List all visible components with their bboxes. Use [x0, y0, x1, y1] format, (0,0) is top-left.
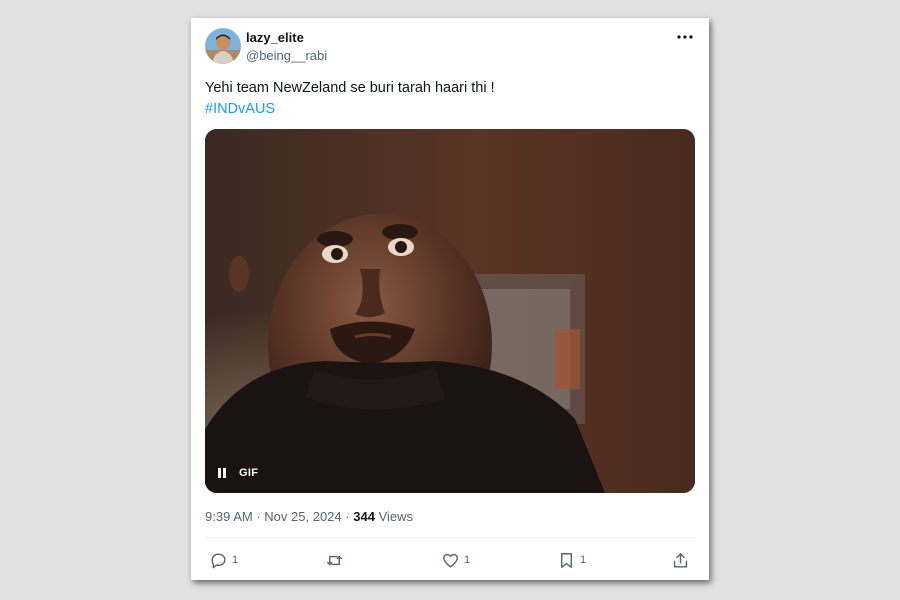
- retweet-button[interactable]: [325, 548, 348, 572]
- views-count: 344: [353, 509, 375, 524]
- retweet-icon: [327, 555, 342, 565]
- heart-icon: [443, 553, 458, 568]
- tweet-date[interactable]: Nov 25, 2024: [264, 509, 341, 524]
- pause-icon[interactable]: [215, 466, 229, 480]
- share-icon: [673, 552, 688, 568]
- tweet-time[interactable]: 9:39 AM: [205, 509, 253, 524]
- avatar[interactable]: [205, 28, 241, 64]
- meta-separator: ·: [256, 509, 261, 524]
- meta-separator: ·: [345, 509, 350, 524]
- author-handle[interactable]: @being__rabi: [246, 48, 327, 63]
- gif-badge: GIF: [239, 467, 259, 479]
- like-count: 1: [464, 554, 471, 566]
- gif-media[interactable]: GIF: [205, 129, 695, 493]
- tweet-text: Yehi team NewZeland se buri tarah haari …: [205, 80, 495, 96]
- reply-icon: [211, 552, 226, 568]
- hashtag-link[interactable]: #INDvAUS: [205, 99, 275, 119]
- share-button[interactable]: [671, 548, 690, 572]
- more-options-icon[interactable]: [673, 27, 697, 47]
- tweet-card: lazy_elite @being__rabi Yehi team NewZel…: [191, 18, 709, 580]
- bookmark-count: 1: [580, 554, 587, 566]
- views-label: Views: [378, 509, 414, 524]
- author-display-name[interactable]: lazy_elite: [246, 30, 304, 45]
- like-button[interactable]: 1: [441, 548, 470, 572]
- divider: [205, 537, 695, 538]
- tweet-meta: 9:39 AM · Nov 25, 2024 · 344 Views: [205, 509, 413, 524]
- reply-count: 1: [232, 554, 239, 566]
- bookmark-icon: [561, 552, 572, 568]
- action-bar: 1 1 1: [191, 548, 709, 572]
- gif-controls: GIF: [215, 463, 258, 483]
- reply-button[interactable]: 1: [209, 548, 238, 572]
- gif-frame-image: [205, 129, 695, 493]
- bookmark-button[interactable]: 1: [557, 548, 586, 572]
